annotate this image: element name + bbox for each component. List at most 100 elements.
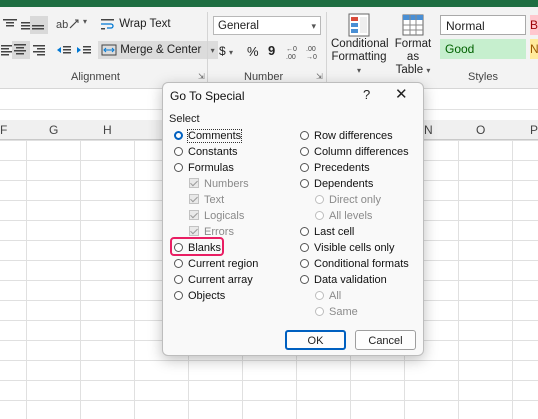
currency-button[interactable]: $ ▾: [219, 44, 233, 58]
option-precedents[interactable]: Precedents: [300, 161, 370, 175]
increase-decimal-button[interactable]: ←0.00: [285, 44, 301, 60]
percent-button[interactable]: %: [247, 44, 259, 59]
align-bottom-icon[interactable]: [30, 16, 48, 34]
go-to-special-dialog: Go To Special ? ✕ Select Comments Consta…: [162, 82, 424, 356]
option-label: Conditional formats: [314, 258, 409, 270]
radio-icon: [300, 259, 309, 268]
check-text[interactable]: Text: [189, 193, 224, 207]
option-same[interactable]: Same: [315, 305, 358, 319]
option-label: Direct only: [329, 194, 381, 206]
radio-icon: [174, 275, 183, 284]
radio-icon: [315, 291, 324, 300]
option-label: Text: [204, 194, 225, 206]
style-good[interactable]: Good: [440, 39, 526, 59]
decrease-decimal-button[interactable]: .00 →0: [305, 44, 321, 60]
orientation-dropdown-icon[interactable]: ▾: [83, 17, 87, 26]
radio-icon: [300, 163, 309, 172]
currency-symbol: $: [219, 44, 226, 58]
comma-style-button[interactable]: 9: [268, 43, 275, 58]
align-top-icon[interactable]: [2, 18, 18, 32]
radio-icon: [300, 147, 309, 156]
cancel-button[interactable]: Cancel: [355, 330, 416, 350]
increase-indent-icon[interactable]: [76, 43, 92, 57]
checkbox-icon: [189, 178, 199, 188]
merge-center-button[interactable]: Merge & Center ▾: [98, 41, 218, 59]
check-numbers[interactable]: Numbers: [189, 177, 249, 191]
option-label: Visible cells only: [314, 242, 395, 254]
option-column-differences[interactable]: Column differences: [300, 145, 409, 159]
option-all-levels[interactable]: All levels: [315, 209, 372, 223]
decrease-indent-icon[interactable]: [56, 43, 72, 57]
radio-icon: [300, 243, 309, 252]
option-label: Objects: [188, 290, 226, 302]
align-right-icon[interactable]: [32, 43, 46, 57]
option-comments[interactable]: Comments: [174, 129, 243, 143]
number-format-value: General: [218, 20, 259, 32]
column-header[interactable]: O: [476, 123, 485, 137]
svg-text:.00: .00: [306, 46, 316, 53]
ribbon-divider: [326, 12, 327, 84]
column-header[interactable]: G: [49, 123, 58, 137]
checkbox-icon: [189, 226, 199, 236]
radio-icon: [174, 147, 183, 156]
format-as-table-button[interactable]: Format as Table ▾: [389, 12, 437, 77]
option-current-array[interactable]: Current array: [174, 273, 253, 287]
option-objects[interactable]: Objects: [174, 289, 225, 303]
option-formulas[interactable]: Formulas: [174, 161, 234, 175]
radio-icon: [174, 259, 183, 268]
svg-text:←0: ←0: [286, 46, 297, 53]
ok-button[interactable]: OK: [285, 330, 346, 350]
title-strip: [0, 0, 538, 7]
number-launcher-icon[interactable]: ⇲: [316, 72, 323, 81]
merge-dropdown-icon[interactable]: ▾: [211, 46, 215, 55]
option-last-cell[interactable]: Last cell: [300, 225, 354, 239]
option-row-differences[interactable]: Row differences: [300, 129, 393, 143]
option-direct-only[interactable]: Direct only: [315, 193, 381, 207]
cf-label-1: Conditional: [331, 38, 389, 50]
close-icon[interactable]: ✕: [395, 85, 408, 103]
option-label: Formulas: [188, 162, 234, 174]
option-label: Current region: [188, 258, 259, 270]
style-bad[interactable]: B: [530, 15, 538, 35]
merge-center-icon: [101, 44, 117, 56]
svg-text:.00: .00: [286, 54, 296, 60]
option-current-region[interactable]: Current region: [174, 257, 258, 271]
help-icon[interactable]: ?: [363, 87, 370, 102]
column-header[interactable]: F: [0, 123, 7, 137]
column-header[interactable]: H: [103, 123, 112, 137]
option-label: Current array: [188, 274, 253, 286]
svg-text:→0: →0: [306, 54, 317, 60]
option-label: Logicals: [204, 210, 245, 222]
option-label: Row differences: [314, 130, 393, 142]
option-constants[interactable]: Constants: [174, 145, 238, 159]
blanks-highlight-box: [170, 237, 224, 256]
option-label: All: [329, 290, 342, 302]
option-conditional-formats[interactable]: Conditional formats: [300, 257, 409, 271]
option-dependents[interactable]: Dependents: [300, 177, 373, 191]
option-all[interactable]: All: [315, 289, 341, 303]
conditional-formatting-button[interactable]: Conditional Formatting ▾: [331, 12, 389, 77]
style-neutral[interactable]: N: [530, 39, 538, 59]
option-label: All levels: [329, 210, 373, 222]
option-visible-cells-only[interactable]: Visible cells only: [300, 241, 395, 255]
option-data-validation[interactable]: Data validation: [300, 273, 387, 287]
wrap-text-button[interactable]: Wrap Text: [100, 17, 171, 31]
option-label: Last cell: [314, 226, 355, 238]
column-header[interactable]: N: [424, 123, 433, 137]
option-label: Constants: [188, 146, 238, 158]
option-label: Numbers: [204, 178, 249, 190]
align-center-icon[interactable]: [12, 41, 30, 59]
radio-icon: [300, 131, 309, 140]
radio-icon: [315, 211, 324, 220]
alignment-group-label: Alignment: [71, 71, 120, 83]
style-normal[interactable]: Normal: [440, 15, 526, 35]
alignment-launcher-icon[interactable]: ⇲: [198, 72, 205, 81]
radio-icon: [174, 291, 183, 300]
check-logicals[interactable]: Logicals: [189, 209, 244, 223]
orientation-icon[interactable]: ab: [56, 16, 80, 32]
table-icon: [402, 14, 424, 36]
dialog-title: Go To Special: [170, 89, 245, 103]
number-format-dropdown[interactable]: General ▾: [213, 16, 321, 35]
column-header[interactable]: P: [530, 123, 538, 137]
wrap-text-label: Wrap Text: [119, 18, 171, 31]
